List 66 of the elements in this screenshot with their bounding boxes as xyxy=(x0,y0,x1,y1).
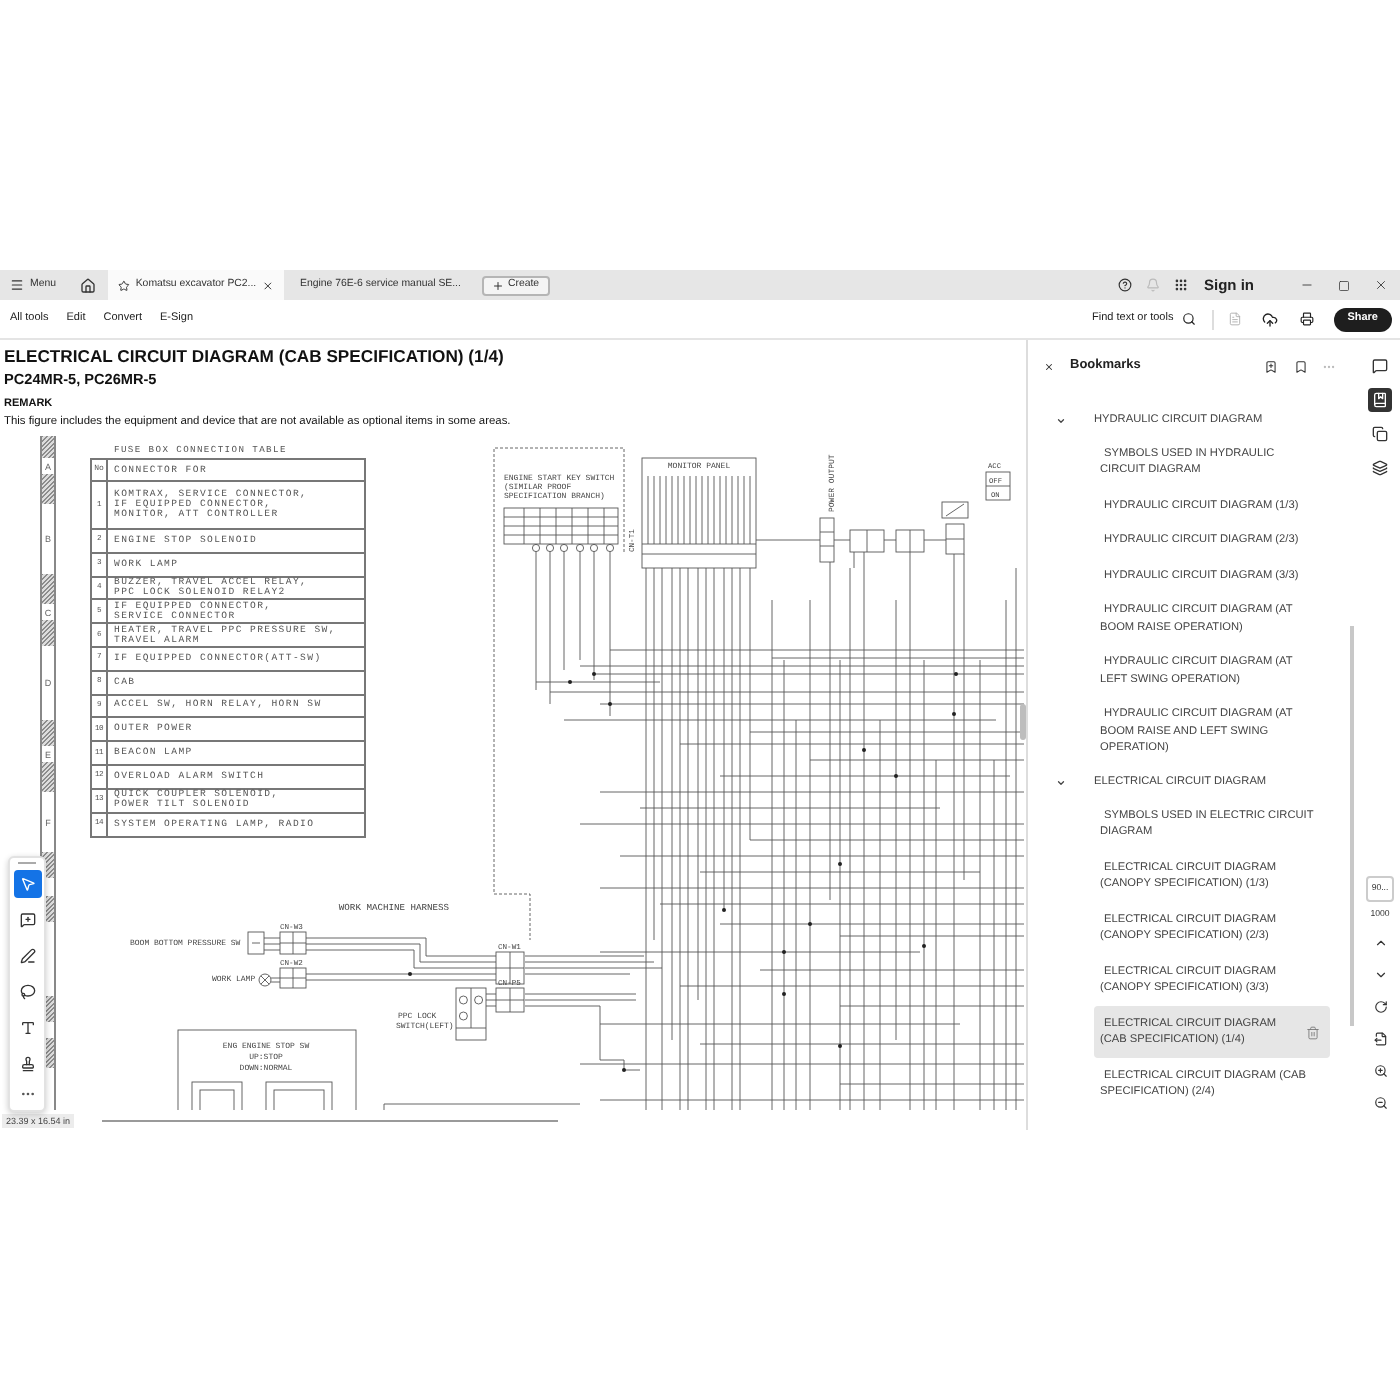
lamp-symbol xyxy=(258,973,281,987)
home-button[interactable] xyxy=(77,274,100,296)
zoom-in-icon[interactable] xyxy=(1373,1063,1387,1077)
star-icon xyxy=(117,279,130,291)
pen-icon xyxy=(19,948,35,964)
zoom-out-icon[interactable] xyxy=(1373,1095,1387,1109)
side-panel-button[interactable] xyxy=(1368,353,1392,377)
comment-icon xyxy=(1372,357,1388,373)
search-icon xyxy=(1181,312,1196,326)
close-icon[interactable] xyxy=(262,279,274,291)
lasso-icon xyxy=(19,984,35,1000)
pointer-icon xyxy=(19,876,35,892)
scrollbar-thumb[interactable] xyxy=(1020,704,1025,740)
zone-hatch-bar xyxy=(42,474,54,504)
chevron-down-icon[interactable] xyxy=(1373,967,1387,981)
print-icon[interactable] xyxy=(1299,312,1314,326)
connector-block xyxy=(279,931,307,955)
chevron-icon[interactable] xyxy=(1056,415,1066,425)
zone-hatch-bar xyxy=(42,762,54,792)
side-panel-button[interactable] xyxy=(1368,421,1392,445)
close-icon[interactable] xyxy=(1374,278,1388,292)
key-switch-symbol xyxy=(503,507,619,569)
connector-block xyxy=(495,951,525,985)
text-icon xyxy=(19,1020,35,1036)
chevron-up-icon[interactable] xyxy=(1373,935,1387,949)
pressure-switch-symbol xyxy=(247,931,281,955)
help-icon[interactable] xyxy=(1118,278,1132,292)
bookmark-icon xyxy=(1372,391,1388,407)
rotate-icon[interactable] xyxy=(1373,999,1387,1013)
page-title: ELECTRICAL CIRCUIT DIAGRAM (CAB SPECIFICATION) (1/4) xyxy=(4,346,504,366)
wire-line xyxy=(524,993,637,995)
menu-icon xyxy=(10,278,24,292)
home-icon xyxy=(80,277,97,293)
side-panel-button[interactable] xyxy=(1368,455,1392,479)
trash-icon[interactable] xyxy=(1306,1025,1320,1039)
close-icon[interactable] xyxy=(1044,361,1054,371)
apps-grid-icon[interactable] xyxy=(1174,278,1188,292)
upload-icon[interactable] xyxy=(1261,311,1278,327)
zone-hatch-bar xyxy=(42,620,54,646)
monitor-panel-block xyxy=(641,457,757,569)
stamp-icon xyxy=(19,1056,35,1072)
wire-line xyxy=(524,999,637,1001)
key-position-table xyxy=(985,471,1011,501)
wire-line xyxy=(579,567,581,661)
side-panel-button[interactable] xyxy=(1368,387,1392,411)
zone-hatch-bar xyxy=(42,574,54,604)
bookmark-add-icon[interactable] xyxy=(1264,359,1278,373)
connector-block xyxy=(883,529,925,569)
bookmark-icon[interactable] xyxy=(1294,359,1308,373)
scrollbar-thumb[interactable] xyxy=(1350,626,1353,1026)
wire-line xyxy=(524,973,631,975)
relay-symbol xyxy=(923,501,969,569)
scrollbar-thumb[interactable] xyxy=(102,1119,559,1121)
wire-line xyxy=(563,567,565,671)
page-export-icon[interactable] xyxy=(1373,1031,1387,1045)
maximize-icon[interactable] xyxy=(1338,279,1350,291)
zone-hatch-bar xyxy=(42,720,54,746)
plus-icon xyxy=(491,279,504,291)
connector-block xyxy=(279,967,307,989)
switch-symbol xyxy=(455,987,497,1041)
comment-icon xyxy=(19,912,35,928)
chevron-icon[interactable] xyxy=(1056,777,1066,787)
layers-icon xyxy=(1372,459,1388,475)
connector-block xyxy=(495,987,525,1013)
zone-hatch-bar xyxy=(42,436,54,458)
pages-icon xyxy=(1372,425,1388,441)
